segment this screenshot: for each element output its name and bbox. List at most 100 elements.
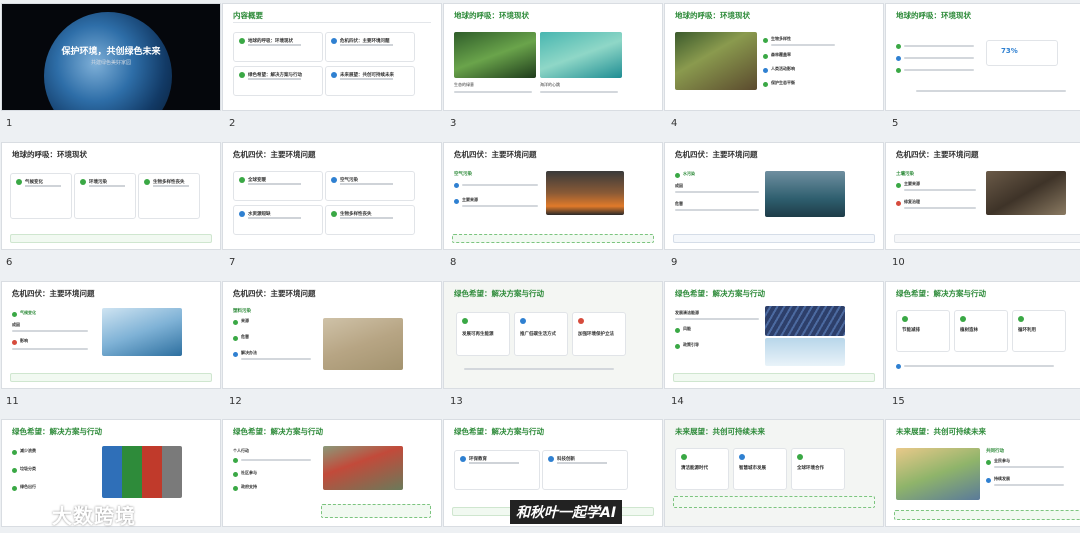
bullet-icon: [12, 450, 17, 455]
text-line: [916, 90, 1066, 92]
action-card: 植树造林: [954, 310, 1008, 352]
slide-title: 危机四伏：主要环境问题: [454, 150, 537, 159]
slide-thumb-14[interactable]: 绿色希望：解决方案与行动 发展清洁能源 风能 政策引导: [665, 282, 883, 388]
bike-icon: [520, 318, 526, 324]
slide-thumb-9[interactable]: 危机四伏：主要环境问题 水污染 成因 危害: [665, 143, 883, 249]
bullet-icon: [233, 320, 238, 325]
slide-number: 10: [892, 257, 905, 268]
text-line: [675, 318, 759, 320]
summary-banner: [321, 504, 431, 518]
card-text: [153, 185, 189, 187]
text-line: [241, 459, 311, 461]
slide-title: 危机四伏：主要环境问题: [675, 150, 758, 159]
text-line: [540, 91, 618, 93]
bullet-icon: [12, 312, 17, 317]
item-title: 减少浪费: [20, 448, 36, 453]
slide-title: 地球的呼吸：环境现状: [675, 11, 750, 20]
item-title: 危害: [241, 334, 249, 339]
card-title: 清洁能源时代: [681, 466, 708, 471]
issue-card: 生物多样性丧失: [138, 173, 200, 219]
item-title: 影响: [20, 338, 28, 343]
text-line: [904, 207, 976, 209]
slide-title: 绿色希望：解决方案与行动: [233, 427, 323, 436]
item-title: 人类活动影响: [771, 66, 795, 71]
card-title: 推广低碳生活方式: [520, 332, 556, 337]
item-title: 解决办法: [241, 350, 257, 355]
bullet-icon: [454, 199, 459, 204]
bullet-icon: [896, 183, 901, 188]
slide-thumb-17[interactable]: 绿色希望：解决方案与行动 个人行动 社区参与 政府支持: [223, 420, 441, 526]
slide-number: 8: [450, 257, 457, 268]
text-line: [241, 358, 311, 360]
slide-thumb-19[interactable]: 未来展望：共创可持续未来 清洁能源时代 智慧城市发展 全球环境合作: [665, 420, 883, 526]
slide-thumb-20[interactable]: 未来展望：共创可持续未来 共同行动 全民参与 持续发展: [886, 420, 1080, 526]
slide-thumb-2[interactable]: 内容概要 地球的呼吸：环境现状 危机四伏：主要环境问题 绿色希望：解决方案与行动…: [223, 4, 441, 110]
slide-thumb-3[interactable]: 地球的呼吸：环境现状 生态的绿意 海洋的心跳: [444, 4, 662, 110]
summary-banner: [10, 373, 212, 382]
text-line: [12, 330, 88, 332]
slide-number: 1: [6, 118, 13, 129]
slide-thumb-4[interactable]: 地球的呼吸：环境现状 生物多样性 森林覆盖率 人类活动影响 保护生态平衡: [665, 4, 883, 110]
toc-card: 危机四伏：主要环境问题: [325, 32, 415, 62]
text-line: [904, 189, 976, 191]
water-drop-icon: [239, 211, 245, 217]
slide-title: 绿色希望：解决方案与行动: [675, 289, 765, 298]
slide-thumb-1[interactable]: 保护环境，共创绿色未来 共建绿色美好家园: [2, 4, 220, 110]
slide-thumb-6[interactable]: 地球的呼吸：环境现状 气候变化 环境污染 生物多样性丧失: [2, 143, 220, 249]
bullet-icon: [233, 336, 238, 341]
card-text: [340, 78, 393, 80]
item-title: 个人行动: [233, 448, 249, 453]
item-title: 主要来源: [462, 197, 478, 202]
bullet-icon: [233, 472, 238, 477]
slide-thumb-8[interactable]: 危机四伏：主要环境问题 空气污染 主要来源: [444, 143, 662, 249]
slide-number: 3: [450, 118, 457, 129]
slide-thumb-10[interactable]: 危机四伏：主要环境问题 土壤污染 主要来源 修复治理: [886, 143, 1080, 249]
bullet-icon: [675, 173, 680, 178]
card-text: [340, 44, 393, 46]
paw-icon: [331, 211, 337, 217]
bullet-icon: [675, 328, 680, 333]
beach-image: [323, 318, 403, 370]
slide-number: 9: [671, 257, 678, 268]
slide-grid: 保护环境，共创绿色未来 共建绿色美好家园 1 内容概要 地球的呼吸：环境现状 危…: [0, 0, 1080, 533]
slide-thumb-11[interactable]: 危机四伏：主要环境问题 气候变化 成因 影响: [2, 282, 220, 388]
item-title: 危害: [675, 201, 683, 206]
community-illustration: [896, 448, 980, 500]
slide-title: 绿色希望：解决方案与行动: [12, 427, 102, 436]
item-title: 来源: [241, 318, 249, 323]
slide-subtitle: 共建绿色美好家园: [90, 60, 131, 66]
wind-turbine-image: [765, 338, 845, 366]
future-card: 全球环境合作: [791, 448, 845, 490]
item-title: 森林覆盖率: [771, 52, 791, 57]
slide-title: 地球的呼吸：环境现状: [896, 11, 971, 20]
item-title: 绿色出行: [20, 484, 36, 489]
item-title: 气候变化: [20, 310, 36, 315]
slide-number: 2: [229, 118, 236, 129]
solution-card: 发展可再生能源: [456, 312, 510, 356]
sprout-icon: [239, 72, 245, 78]
slide-thumb-7[interactable]: 危机四伏：主要环境问题 全球变暖 空气污染 水资源短缺 生物多样性丧失: [223, 143, 441, 249]
image-caption: 生态的绿意: [454, 82, 474, 87]
slide-thumb-13[interactable]: 绿色希望：解决方案与行动 发展可再生能源 推广低碳生活方式 加强环境保护立法: [444, 282, 662, 388]
card-title: 全球环境合作: [797, 466, 824, 471]
action-card: 节能减排: [896, 310, 950, 352]
slide-thumb-15[interactable]: 绿色希望：解决方案与行动 节能减排 植树造林 循环利用: [886, 282, 1080, 388]
text-line: [675, 191, 759, 193]
slide-number: 15: [892, 396, 905, 407]
text-line: [994, 466, 1064, 468]
future-card: 智慧城市发展: [733, 448, 787, 490]
glacier-image: [102, 308, 182, 356]
slide-thumb-5[interactable]: 地球的呼吸：环境现状 73%: [886, 4, 1080, 110]
slide-thumb-12[interactable]: 危机四伏：主要环境问题 塑料污染 来源 危害 解决办法: [223, 282, 441, 388]
card-text: [340, 183, 393, 185]
slide-title: 地球的呼吸：环境现状: [454, 11, 529, 20]
bolt-icon: [902, 316, 908, 322]
item-title: 成因: [12, 322, 20, 327]
item-title: 全民参与: [994, 458, 1010, 463]
text-line: [771, 44, 835, 46]
cloud-icon: [331, 177, 337, 183]
recycle-icon: [1018, 316, 1024, 322]
card-text: [248, 217, 301, 219]
item-title: 生物多样性: [771, 36, 791, 41]
bullet-icon: [986, 478, 991, 483]
